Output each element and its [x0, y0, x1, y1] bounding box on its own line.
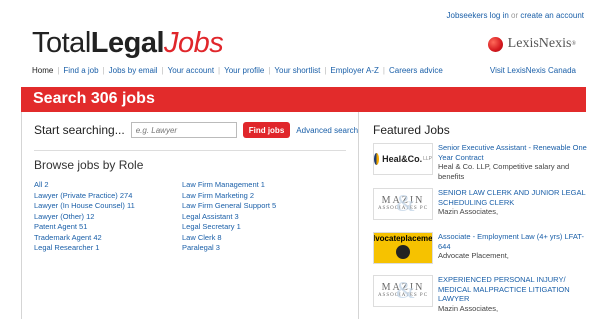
job-title-link[interactable]: SENIOR LAW CLERK AND JUNIOR LEGAL SCHEDU…	[438, 188, 588, 207]
nav-separator: |	[218, 66, 221, 75]
nav-separator: |	[382, 66, 385, 75]
find-jobs-button[interactable]: Find jobs	[242, 122, 291, 138]
heal-co-mark-icon	[374, 153, 380, 165]
logo-part-total: Total	[32, 27, 91, 59]
job-info: Associate - Employment Law (4+ yrs) LFAT…	[438, 232, 588, 264]
job-info: SENIOR LAW CLERK AND JUNIOR LEGAL SCHEDU…	[438, 188, 588, 220]
mazin-logo: & MAZIN ASSOCIATES PC	[374, 189, 432, 219]
nav-careers-advice[interactable]: Careers advice	[389, 66, 443, 75]
role-link[interactable]: Lawyer (Private Practice) 274	[34, 191, 135, 202]
advanced-search-link[interactable]: Advanced search	[296, 126, 358, 135]
nav-find-a-job[interactable]: Find a job	[63, 66, 98, 75]
role-link[interactable]: All 2	[34, 180, 135, 191]
job-company: Heal & Co. LLP, Competitive salary and b…	[438, 162, 570, 181]
nav-employer-a-z[interactable]: Employer A-Z	[330, 66, 378, 75]
heal-co-logo-suffix: LLP	[423, 156, 432, 162]
company-logo[interactable]: Heal&Co. LLP	[373, 143, 433, 175]
role-link[interactable]: Legal Secretary 1	[182, 222, 276, 233]
featured-job: & MAZIN ASSOCIATES PC EXPERIENCED PERSON…	[373, 275, 592, 313]
nav-your-shortlist[interactable]: Your shortlist	[274, 66, 320, 75]
featured-job: Heal&Co. LLP Senior Executive Assistant -…	[373, 143, 592, 181]
lexisnexis-logo[interactable]: LexisNexis ®	[487, 36, 576, 52]
nav-separator: |	[161, 66, 164, 75]
nav-separator: |	[324, 66, 327, 75]
nav-jobs-by-email[interactable]: Jobs by email	[109, 66, 158, 75]
divider	[34, 150, 346, 151]
role-link[interactable]: Legal Researcher 1	[34, 243, 135, 254]
nav-separator: |	[102, 66, 105, 75]
role-link[interactable]: Law Clerk 8	[182, 233, 276, 244]
role-link[interactable]: Law Firm General Support 5	[182, 201, 276, 212]
account-links: Jobseekers log in or create an account	[447, 11, 584, 20]
site-logo[interactable]: TotalLegalJobs	[32, 27, 224, 60]
role-link[interactable]: Law Firm Management 1	[182, 180, 276, 191]
role-list-right: Law Firm Management 1 Law Firm Marketing…	[182, 180, 276, 254]
logo-part-legal: Legal	[90, 27, 165, 59]
seal-icon	[396, 245, 410, 259]
heal-co-logo-text: Heal&Co.	[382, 154, 423, 164]
or-text: or	[511, 11, 519, 20]
mazin-logo: & MAZIN ASSOCIATES PC	[374, 276, 432, 306]
role-link[interactable]: Legal Assistant 3	[182, 212, 276, 223]
main-nav: Home | Find a job | Jobs by email | Your ac…	[32, 66, 443, 75]
lexisnexis-ball-icon	[487, 36, 503, 52]
visit-lexisnexis-canada-link[interactable]: Visit LexisNexis Canada	[490, 66, 576, 75]
job-title-link[interactable]: Senior Executive Assistant - Renewable O…	[438, 143, 588, 162]
company-logo[interactable]: advocateplacement	[373, 232, 433, 264]
featured-jobs-title: Featured Jobs	[373, 123, 450, 137]
job-info: Senior Executive Assistant - Renewable O…	[438, 143, 588, 181]
ampersand-graphic: &	[396, 191, 415, 217]
role-list-left: All 2 Lawyer (Private Practice) 274 Lawy…	[34, 180, 135, 254]
featured-job: & MAZIN ASSOCIATES PC SENIOR LAW CLERK A…	[373, 188, 592, 220]
featured-jobs-panel: Featured Jobs Heal&Co. LLP Senior Executi…	[360, 112, 592, 319]
logo-part-jobs: Jobs	[164, 27, 224, 59]
heal-co-logo: Heal&Co. LLP	[374, 144, 432, 174]
banner-title: Search 306 jobs	[33, 90, 155, 107]
jobseekers-login-link[interactable]: Jobseekers log in	[447, 11, 509, 20]
job-info: EXPERIENCED PERSONAL INJURY/ MEDICAL MAL…	[438, 275, 588, 313]
search-input[interactable]	[130, 122, 237, 138]
nav-separator: |	[268, 66, 271, 75]
create-account-link[interactable]: create an account	[520, 11, 584, 20]
search-banner: Search 306 jobs	[21, 87, 586, 112]
advocate-logo-text: advocateplacement	[374, 234, 432, 243]
registered-mark: ®	[571, 41, 576, 47]
nav-your-profile[interactable]: Your profile	[224, 66, 264, 75]
role-link[interactable]: Patent Agent 51	[34, 222, 135, 233]
nav-home[interactable]: Home	[32, 66, 53, 75]
lexisnexis-name: LexisNexis	[507, 36, 572, 51]
search-panel: Start searching... Find jobs Advanced se…	[21, 112, 359, 319]
browse-title: Browse jobs by Role	[34, 158, 144, 172]
company-logo[interactable]: & MAZIN ASSOCIATES PC	[373, 188, 433, 220]
role-link[interactable]: Lawyer (Other) 12	[34, 212, 135, 223]
job-company: Mazin Associates,	[438, 207, 499, 216]
role-link[interactable]: Trademark Agent 42	[34, 233, 135, 244]
job-company: Advocate Placement,	[438, 251, 509, 260]
job-title-link[interactable]: Associate - Employment Law (4+ yrs) LFAT…	[438, 232, 588, 251]
search-row: Start searching... Find jobs Advanced se…	[34, 122, 358, 138]
search-label: Start searching...	[34, 123, 125, 137]
role-link[interactable]: Lawyer (In House Counsel) 11	[34, 201, 135, 212]
ampersand-graphic: &	[396, 278, 415, 304]
job-company: Mazin Associates,	[438, 303, 499, 313]
advocate-placement-logo: advocateplacement	[374, 233, 432, 263]
role-link[interactable]: Paralegal 3	[182, 243, 276, 254]
nav-your-account[interactable]: Your account	[168, 66, 214, 75]
role-link[interactable]: Law Firm Marketing 2	[182, 191, 276, 202]
featured-job: advocateplacement Associate - Employment…	[373, 232, 592, 264]
nav-separator: |	[57, 66, 60, 75]
company-logo[interactable]: & MAZIN ASSOCIATES PC	[373, 275, 433, 307]
job-title-link[interactable]: EXPERIENCED PERSONAL INJURY/ MEDICAL MAL…	[438, 275, 588, 304]
